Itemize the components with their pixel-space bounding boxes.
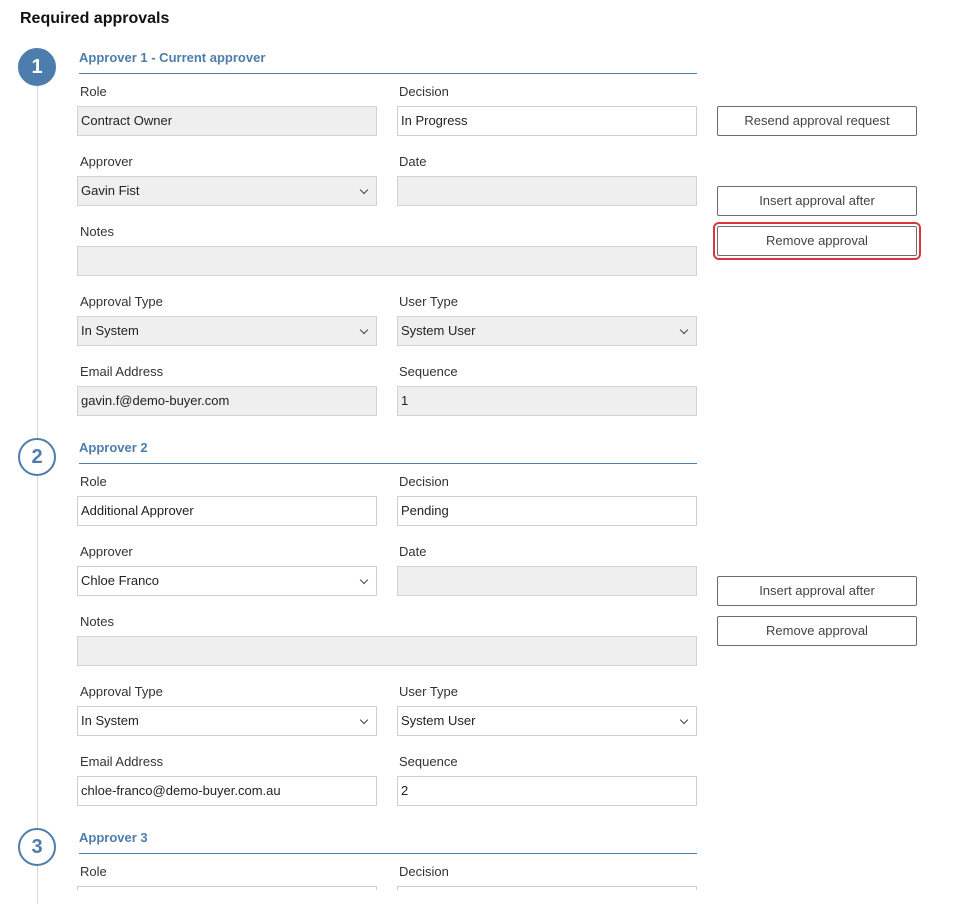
decision-field[interactable]: Pending xyxy=(397,496,697,526)
approver-section-1: 1 Approver 1 - Current approver Role Con… xyxy=(0,48,968,418)
sequence-label: Sequence xyxy=(399,754,458,769)
remove-approval-button[interactable]: Remove approval xyxy=(717,616,917,646)
role-label: Role xyxy=(80,474,107,489)
approver-select[interactable]: Chloe Franco xyxy=(77,566,377,596)
role-field[interactable] xyxy=(77,886,377,890)
date-field[interactable] xyxy=(397,176,697,206)
approver-section-2: 2 Approver 2 Role Additional Approver De… xyxy=(0,438,968,808)
approver-label: Approver xyxy=(80,544,133,559)
step-number-badge: 3 xyxy=(18,828,56,866)
decision-field[interactable]: In Progress xyxy=(397,106,697,136)
approval-type-label: Approval Type xyxy=(80,684,163,699)
sequence-label: Sequence xyxy=(399,364,458,379)
email-label: Email Address xyxy=(80,754,164,769)
insert-approval-after-button[interactable]: Insert approval after xyxy=(717,186,917,216)
user-type-select[interactable]: System User xyxy=(397,316,697,346)
user-type-label: User Type xyxy=(399,684,459,699)
approver-label: Approver xyxy=(80,154,133,169)
notes-label: Notes xyxy=(80,224,114,239)
insert-approval-after-button[interactable]: Insert approval after xyxy=(717,576,917,606)
role-label: Role xyxy=(80,864,107,879)
approver-section-3: 3 Approver 3 Role Decision xyxy=(0,828,968,890)
user-type-label: User Type xyxy=(399,294,459,309)
decision-label: Decision xyxy=(399,474,449,489)
step-number-badge: 2 xyxy=(18,438,56,476)
remove-approval-button[interactable]: Remove approval xyxy=(713,222,921,260)
approver-heading: Approver 1 - Current approver xyxy=(79,50,697,74)
email-label: Email Address xyxy=(80,364,164,379)
role-field[interactable]: Additional Approver xyxy=(77,496,377,526)
approver-heading: Approver 2 xyxy=(79,440,697,464)
date-label: Date xyxy=(399,154,427,169)
decision-label: Decision xyxy=(399,864,449,879)
notes-label: Notes xyxy=(80,614,114,629)
approval-type-label: Approval Type xyxy=(80,294,163,309)
email-field[interactable]: chloe-franco@demo-buyer.com.au xyxy=(77,776,377,806)
date-label: Date xyxy=(399,544,427,559)
date-field[interactable] xyxy=(397,566,697,596)
approval-type-select[interactable]: In System xyxy=(77,706,377,736)
approver-select[interactable]: Gavin Fist xyxy=(77,176,377,206)
email-field[interactable]: gavin.f@demo-buyer.com xyxy=(77,386,377,416)
approver-heading: Approver 3 xyxy=(79,830,697,854)
decision-field[interactable] xyxy=(397,886,697,890)
resend-approval-request-button[interactable]: Resend approval request xyxy=(717,106,917,136)
role-field[interactable]: Contract Owner xyxy=(77,106,377,136)
step-number-badge: 1 xyxy=(18,48,56,86)
page-title: Required approvals xyxy=(20,10,170,27)
role-label: Role xyxy=(80,84,107,99)
sequence-field[interactable]: 1 xyxy=(397,386,697,416)
notes-field[interactable] xyxy=(77,636,697,666)
approval-type-select[interactable]: In System xyxy=(77,316,377,346)
decision-label: Decision xyxy=(399,84,449,99)
user-type-select[interactable]: System User xyxy=(397,706,697,736)
sequence-field[interactable]: 2 xyxy=(397,776,697,806)
notes-field[interactable] xyxy=(77,246,697,276)
